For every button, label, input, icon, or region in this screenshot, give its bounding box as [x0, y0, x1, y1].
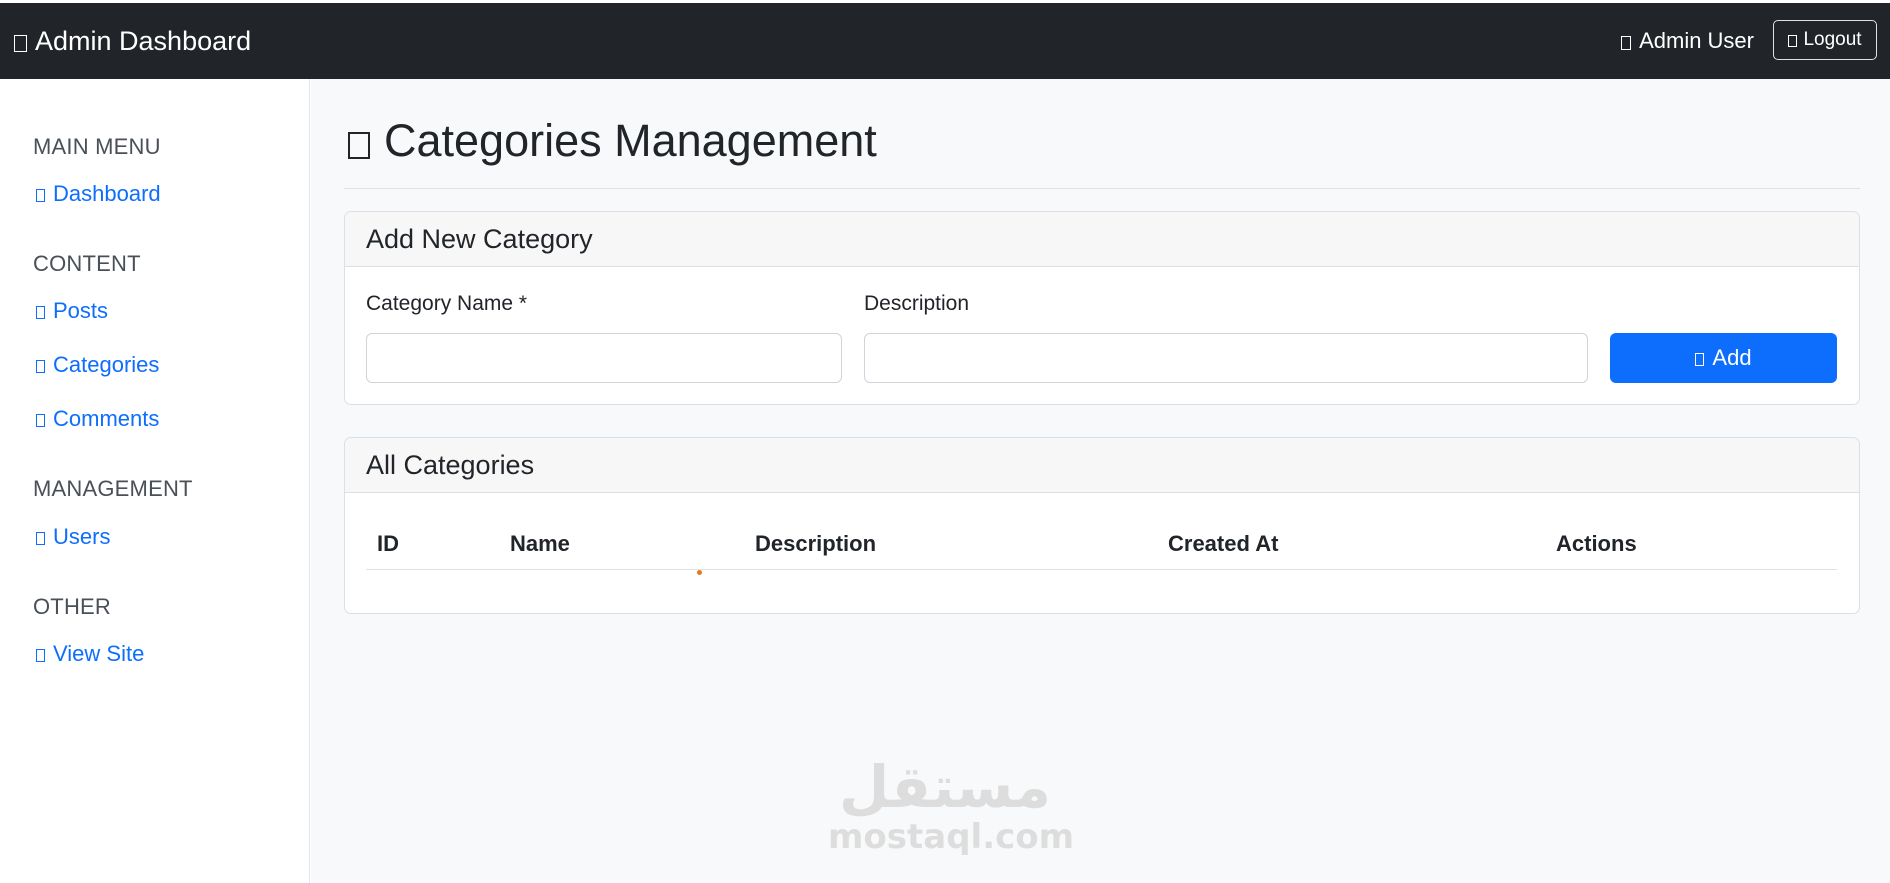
- add-category-card: Add New Category Category Name * Descrip…: [344, 211, 1860, 405]
- category-name-label: Category Name *: [366, 292, 528, 315]
- watermark: مستقل mostaql.com: [828, 753, 1075, 868]
- person-icon: [1621, 35, 1632, 50]
- sidebar-item-users[interactable]: Users: [36, 524, 110, 550]
- table-header-divider: [366, 569, 1837, 570]
- page-title: Categories Management: [348, 115, 877, 167]
- main-content: Categories Management Add New Category C…: [311, 79, 1890, 883]
- speedometer-icon: [36, 189, 45, 202]
- divider: [344, 188, 1860, 189]
- user-name-label: Admin User: [1639, 28, 1754, 53]
- sidebar-heading-content: CONTENT: [33, 251, 141, 276]
- logout-button[interactable]: Logout: [1773, 20, 1877, 60]
- cursor-dot: [697, 570, 702, 575]
- add-button-label: Add: [1712, 345, 1752, 370]
- sidebar-item-view-site[interactable]: View Site: [36, 641, 144, 667]
- sidebar-item-label: Posts: [53, 298, 109, 323]
- sidebar-item-comments[interactable]: Comments: [36, 406, 159, 432]
- people-icon: [36, 532, 45, 545]
- current-user: Admin User: [1621, 3, 1754, 79]
- chat-icon: [36, 414, 45, 427]
- page-title-text: Categories Management: [384, 115, 877, 166]
- sidebar-item-label: Dashboard: [53, 181, 161, 206]
- add-category-button[interactable]: Add: [1610, 333, 1837, 383]
- brand-title: Admin Dashboard: [35, 25, 252, 56]
- category-name-input[interactable]: [366, 333, 842, 383]
- sidebar-item-categories[interactable]: Categories: [36, 352, 159, 378]
- description-label: Description: [864, 292, 970, 315]
- description-input[interactable]: [864, 333, 1588, 383]
- logout-icon: [1788, 35, 1798, 47]
- logout-label: Logout: [1803, 29, 1862, 50]
- sidebar-item-label: View Site: [53, 641, 145, 666]
- plus-icon: [1695, 353, 1705, 366]
- column-header-actions[interactable]: Actions: [1556, 531, 1637, 557]
- watermark-arabic: مستقل: [838, 753, 1052, 821]
- globe-icon: [36, 649, 45, 662]
- speedometer-icon: [14, 34, 27, 52]
- sidebar-item-posts[interactable]: Posts: [36, 298, 108, 324]
- column-header-created-at[interactable]: Created At: [1168, 531, 1278, 557]
- categories-table-card: All Categories ID Name Description Creat…: [344, 437, 1860, 614]
- sidebar: MAIN MENU Dashboard CONTENT Posts Catego…: [0, 79, 310, 883]
- sidebar-item-label: Categories: [53, 352, 160, 377]
- brand[interactable]: Admin Dashboard: [14, 3, 251, 79]
- sidebar-item-label: Comments: [53, 406, 160, 431]
- sidebar-item-label: Users: [53, 524, 111, 549]
- sidebar-item-dashboard[interactable]: Dashboard: [36, 181, 161, 207]
- file-text-icon: [36, 306, 45, 319]
- watermark-latin: mostaql.com: [828, 817, 1075, 857]
- sidebar-heading-main-menu: MAIN MENU: [33, 134, 161, 159]
- column-header-description[interactable]: Description: [755, 531, 876, 557]
- card-header: Add New Category: [345, 212, 1859, 267]
- tags-icon: [348, 131, 370, 159]
- column-header-id[interactable]: ID: [377, 531, 399, 557]
- sidebar-heading-other: OTHER: [33, 594, 111, 619]
- column-header-name[interactable]: Name: [510, 531, 570, 557]
- tags-icon: [36, 360, 45, 373]
- top-navbar: Admin Dashboard Admin User Logout: [0, 3, 1890, 79]
- sidebar-heading-management: MANAGEMENT: [33, 476, 193, 501]
- card-header: All Categories: [345, 438, 1859, 493]
